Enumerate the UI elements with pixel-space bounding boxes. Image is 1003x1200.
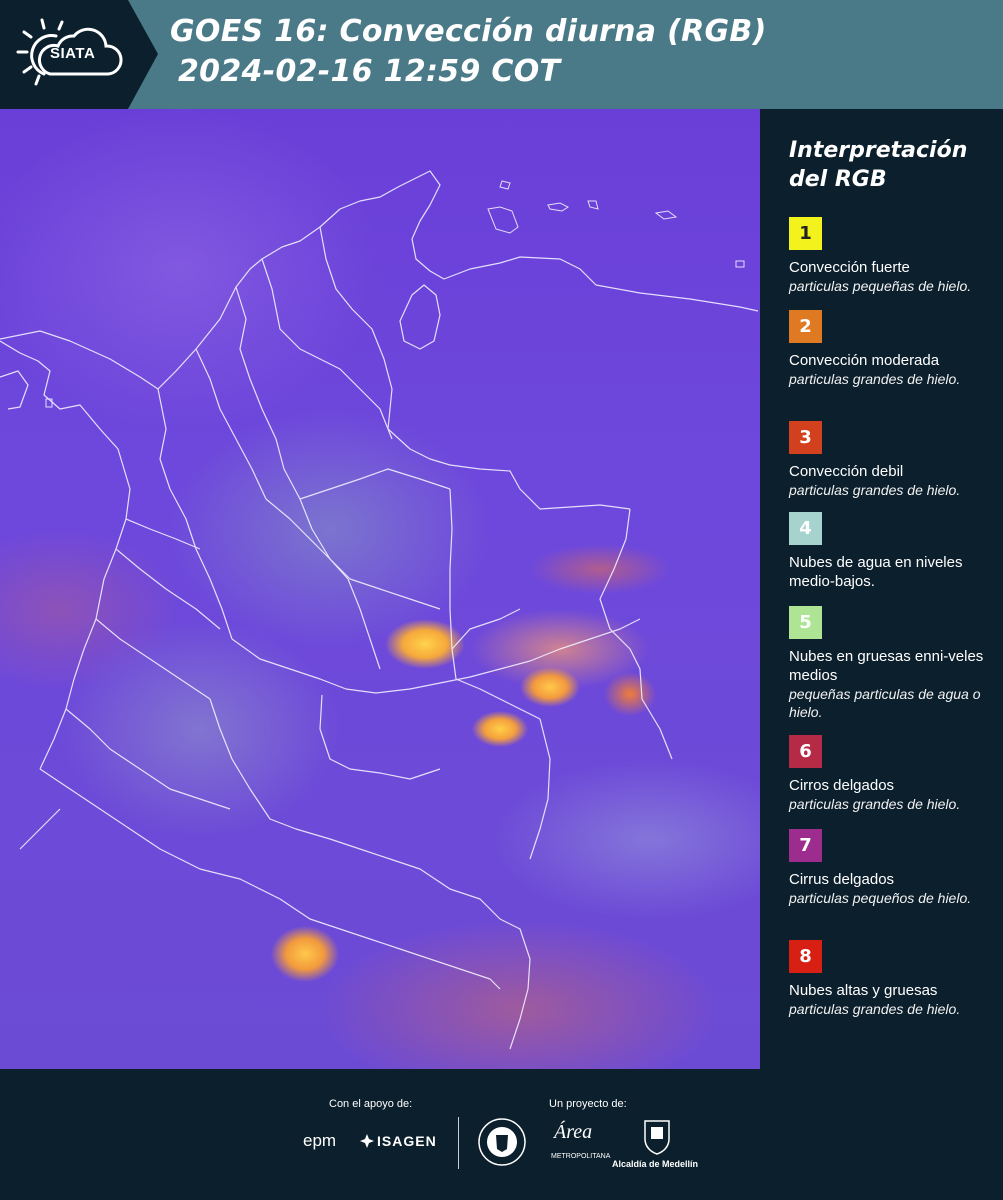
alcaldia-label: Alcaldía de Medellín: [612, 1159, 699, 1169]
satellite-map: [0, 109, 760, 1069]
project-label: Un proyecto de:: [549, 1098, 627, 1110]
legend-item: 3 Convección debil particulas grandes de…: [789, 421, 989, 499]
legend-label: Nubes de agua en niveles medio-bajos.: [789, 554, 963, 590]
legend-text: Convección moderada particulas grandes d…: [789, 351, 989, 388]
footer-divider: [458, 1117, 459, 1169]
epm-logo: epm: [303, 1131, 337, 1150]
legend-number: 8: [799, 946, 812, 967]
legend-item: 2 Convección moderada particulas grandes…: [789, 310, 989, 388]
legend-number: 4: [799, 518, 812, 539]
legend-label: Convección fuerte: [789, 259, 910, 276]
legend-swatch: 6: [789, 735, 822, 768]
legend-label: Nubes en gruesas enni-veles medios: [789, 648, 984, 684]
footer: Con el apoyo de: Un proyecto de: epm ISA…: [0, 1069, 1003, 1200]
legend-sub: particulas grandes de hielo.: [789, 796, 961, 812]
legend-swatch: 7: [789, 829, 822, 862]
area-metropolitana-logo: Área: [554, 1121, 593, 1143]
legend-text: Nubes altas y gruesas particulas grandes…: [789, 981, 989, 1018]
legend-item: 5 Nubes en gruesas enni-veles medios peq…: [789, 606, 989, 721]
legend-title-line2: del RGB: [789, 167, 887, 192]
alcaldia-shield-icon: [644, 1120, 670, 1155]
legend-text: Cirrus delgados particulas pequeños de h…: [789, 870, 989, 907]
legend-title: Interpretación del RGB: [789, 136, 989, 194]
legend-sub: particulas grandes de hielo.: [789, 1001, 961, 1017]
legend-number: 6: [799, 741, 812, 762]
support-label: Con el apoyo de:: [329, 1098, 413, 1110]
legend-text: Nubes en gruesas enni-veles medios peque…: [789, 647, 989, 721]
legend-title-line1: Interpretación: [789, 138, 968, 163]
page-timestamp: 2024-02-16 12:59 COT: [178, 54, 561, 89]
page-title: GOES 16: Convección diurna (RGB): [170, 14, 767, 49]
boundary-lines: [0, 170, 759, 1050]
legend-item: 6 Cirros delgados particulas grandes de …: [789, 735, 989, 813]
legend-label: Convección debil: [789, 463, 904, 480]
legend-swatch: 8: [789, 940, 822, 973]
legend-item: 8 Nubes altas y gruesas particulas grand…: [789, 940, 989, 1018]
legend-number: 5: [799, 612, 812, 633]
isagen-logo: ISAGEN: [377, 1133, 437, 1149]
legend-item: 1 Convección fuerte particulas pequeñas …: [789, 217, 989, 295]
legend-swatch: 3: [789, 421, 822, 454]
legend-text: Nubes de agua en niveles medio-bajos.: [789, 553, 989, 591]
legend-sub: particulas grandes de hielo.: [789, 371, 961, 387]
header-bar: SIATA GOES 16: Convección diurna (RGB) 2…: [0, 0, 1003, 109]
legend-item: 7 Cirrus delgados particulas pequeños de…: [789, 829, 989, 907]
area-metropolitana-sub: METROPOLITANA: [551, 1153, 611, 1160]
legend-swatch: 2: [789, 310, 822, 343]
legend-sub: particulas grandes de hielo.: [789, 482, 961, 498]
legend-text: Convección fuerte particulas pequeñas de…: [789, 258, 989, 295]
legend-number: 3: [799, 427, 812, 448]
legend-swatch: 4: [789, 512, 822, 545]
legend-sub: particulas pequeñas de hielo.: [789, 278, 972, 294]
logo-text: SIATA: [50, 45, 96, 62]
legend-sub: pequeñas particulas de agua o hielo.: [789, 686, 981, 720]
medellin-seal-icon: [478, 1118, 526, 1166]
legend-number: 2: [799, 316, 812, 337]
legend-sub: particulas pequeños de hielo.: [789, 890, 972, 906]
legend-number: 7: [799, 835, 812, 856]
legend-item: 4 Nubes de agua en niveles medio-bajos.: [789, 512, 989, 591]
legend-label: Convección moderada: [789, 352, 940, 369]
legend-label: Nubes altas y gruesas: [789, 982, 938, 999]
legend-swatch: 5: [789, 606, 822, 639]
legend-swatch: 1: [789, 217, 822, 250]
legend-label: Cirros delgados: [789, 777, 895, 794]
isagen-icon: [360, 1134, 374, 1148]
legend-text: Cirros delgados particulas grandes de hi…: [789, 776, 989, 813]
legend-text: Convección debil particulas grandes de h…: [789, 462, 989, 499]
legend-number: 1: [799, 223, 812, 244]
siata-logo: SIATA: [0, 0, 158, 109]
legend-label: Cirrus delgados: [789, 871, 895, 888]
